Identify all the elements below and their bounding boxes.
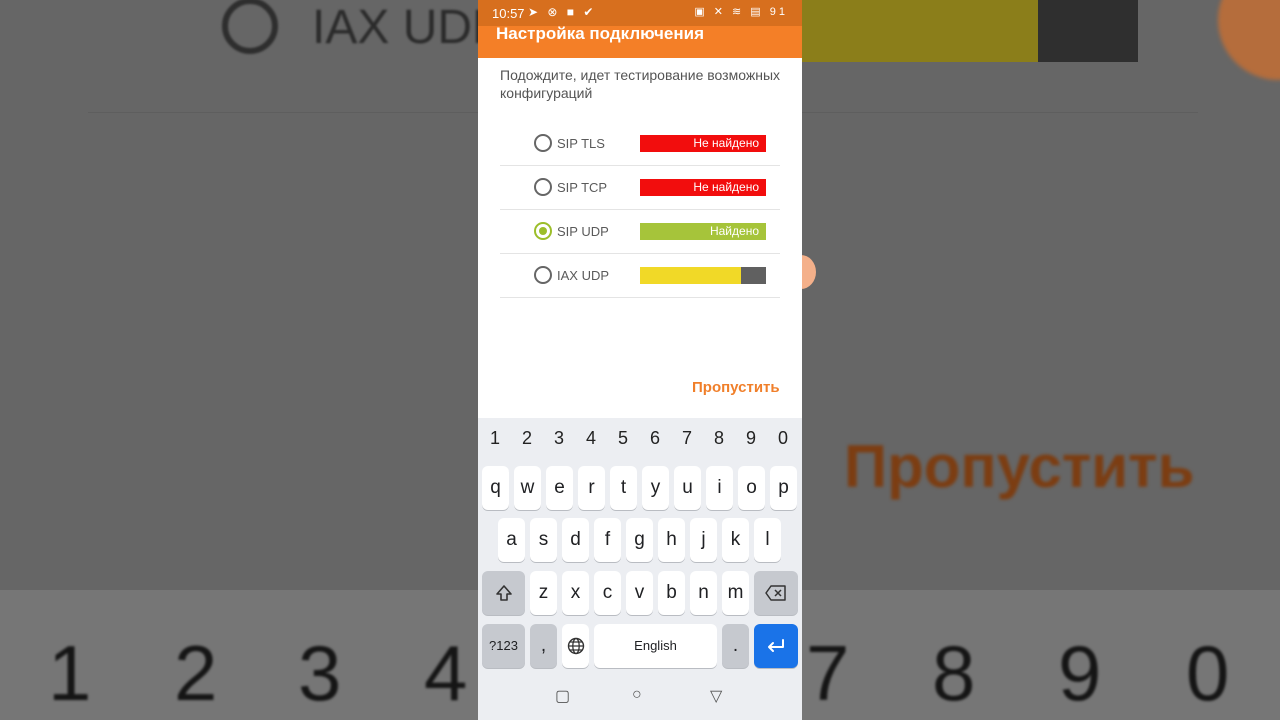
space-key[interactable]: English bbox=[594, 624, 717, 668]
letter-key[interactable]: r bbox=[578, 466, 605, 510]
recents-button[interactable]: ▢ bbox=[555, 686, 570, 706]
status-bar: 10:57 ➤ ⊗ ■ ✔ ▣ ✕ ≋ ▤ 91 bbox=[478, 0, 802, 26]
ghost-digit: 0 bbox=[1186, 629, 1230, 717]
ghost-radio-label: IAX UDP bbox=[312, 1, 505, 54]
phone-screen: 10:57 ➤ ⊗ ■ ✔ ▣ ✕ ≋ ▤ 91 Настройка подкл… bbox=[478, 0, 802, 720]
ghost-floating-bubble bbox=[1218, 0, 1280, 80]
shift-key[interactable] bbox=[482, 571, 525, 615]
shift-icon bbox=[495, 585, 512, 601]
letter-key[interactable]: n bbox=[690, 571, 717, 615]
period-key[interactable]: . bbox=[722, 624, 749, 668]
home-button[interactable]: ○ bbox=[632, 686, 642, 704]
ghost-digit: 2 bbox=[174, 629, 218, 717]
ghost-digit: 3 bbox=[298, 629, 342, 717]
letter-key[interactable]: j bbox=[690, 518, 717, 562]
ghost-digit: 8 bbox=[932, 629, 976, 717]
backspace-key[interactable] bbox=[754, 571, 798, 615]
letter-key[interactable]: b bbox=[658, 571, 685, 615]
letter-key[interactable]: e bbox=[546, 466, 573, 510]
letter-key[interactable]: v bbox=[626, 571, 653, 615]
digit-key[interactable]: 7 bbox=[671, 428, 703, 449]
connection-test-dialog: Подождите, идет тестирование возможных к… bbox=[478, 58, 802, 418]
progress-fill bbox=[640, 267, 741, 284]
option-label: SIP TLS bbox=[557, 136, 605, 151]
radio-iax-udp[interactable] bbox=[534, 266, 552, 284]
language-key[interactable] bbox=[562, 624, 589, 668]
letter-key[interactable]: z bbox=[530, 571, 557, 615]
on-screen-keyboard: 1234567890 qwertyuiop asdfghjkl zxcvbnm … bbox=[478, 418, 802, 720]
status-badge: Не найдено bbox=[640, 179, 766, 196]
page-title: Настройка подключения bbox=[496, 24, 704, 43]
letter-key[interactable]: g bbox=[626, 518, 653, 562]
option-label: IAX UDP bbox=[557, 268, 610, 283]
letter-key[interactable]: a bbox=[498, 518, 525, 562]
enter-icon bbox=[768, 639, 784, 652]
letter-key[interactable]: s bbox=[530, 518, 557, 562]
letter-key[interactable]: q bbox=[482, 466, 509, 510]
letter-key[interactable]: l bbox=[754, 518, 781, 562]
clock: 10:57 bbox=[492, 6, 525, 21]
digit-key[interactable]: 2 bbox=[511, 428, 543, 449]
digit-key[interactable]: 9 bbox=[735, 428, 767, 449]
app-bar: Настройка подключения bbox=[478, 24, 802, 58]
option-row-sip-tcp[interactable]: SIP TCP Не найдено bbox=[500, 166, 780, 210]
option-row-sip-udp[interactable]: SIP UDP Найдено bbox=[500, 210, 780, 254]
dialog-message: Подождите, идет тестирование возможных к… bbox=[500, 67, 781, 101]
back-button[interactable]: ▽ bbox=[710, 686, 722, 706]
comma-key[interactable]: , bbox=[530, 624, 557, 668]
status-badge: Не найдено bbox=[640, 135, 766, 152]
digit-key[interactable]: 0 bbox=[767, 428, 799, 449]
radio-sip-udp[interactable] bbox=[534, 222, 552, 240]
letter-key[interactable]: o bbox=[738, 466, 765, 510]
letter-key[interactable]: p bbox=[770, 466, 797, 510]
ghost-digit: 7 bbox=[806, 629, 850, 717]
option-label: SIP TCP bbox=[557, 180, 608, 195]
radio-sip-tcp[interactable] bbox=[534, 178, 552, 196]
ghost-progress-fill bbox=[802, 0, 1038, 62]
letter-key[interactable]: u bbox=[674, 466, 701, 510]
number-row: 1234567890 bbox=[478, 428, 802, 452]
globe-icon bbox=[567, 637, 584, 655]
backspace-icon bbox=[765, 585, 786, 601]
digit-key[interactable]: 1 bbox=[479, 428, 511, 449]
option-label: SIP UDP bbox=[557, 224, 609, 239]
navigation-bar: ▢ ○ ▽ bbox=[478, 682, 802, 720]
letter-key[interactable]: i bbox=[706, 466, 733, 510]
digit-key[interactable]: 3 bbox=[543, 428, 575, 449]
ghost-progress-track bbox=[1038, 0, 1138, 62]
notification-icons: ➤ ⊗ ■ ✔ bbox=[528, 5, 597, 19]
letter-key[interactable]: x bbox=[562, 571, 589, 615]
skip-button[interactable]: Пропустить bbox=[692, 379, 780, 396]
enter-key[interactable] bbox=[754, 624, 798, 668]
option-row-sip-tls[interactable]: SIP TLS Не найдено bbox=[500, 122, 780, 166]
symbols-key[interactable]: ?123 bbox=[482, 624, 525, 668]
ghost-radio bbox=[222, 0, 278, 54]
letter-key[interactable]: c bbox=[594, 571, 621, 615]
system-icons: ▣ ✕ ≋ ▤ 91 bbox=[694, 6, 788, 18]
test-progress-bar bbox=[640, 267, 766, 284]
ghost-digit: 9 bbox=[1058, 629, 1102, 717]
radio-sip-tls[interactable] bbox=[534, 134, 552, 152]
option-row-iax-udp[interactable]: IAX UDP bbox=[500, 254, 780, 298]
letter-key[interactable]: h bbox=[658, 518, 685, 562]
letter-key[interactable]: k bbox=[722, 518, 749, 562]
letter-key[interactable]: m bbox=[722, 571, 749, 615]
letter-key[interactable]: y bbox=[642, 466, 669, 510]
ghost-digit: 4 bbox=[424, 629, 468, 717]
digit-key[interactable]: 4 bbox=[575, 428, 607, 449]
letter-key[interactable]: t bbox=[610, 466, 637, 510]
ghost-skip-text: Пропустить bbox=[844, 433, 1195, 500]
status-badge: Найдено bbox=[640, 223, 766, 240]
digit-key[interactable]: 6 bbox=[639, 428, 671, 449]
ghost-digit: 1 bbox=[48, 629, 92, 717]
letter-key[interactable]: f bbox=[594, 518, 621, 562]
digit-key[interactable]: 5 bbox=[607, 428, 639, 449]
letter-key[interactable]: d bbox=[562, 518, 589, 562]
digit-key[interactable]: 8 bbox=[703, 428, 735, 449]
letter-key[interactable]: w bbox=[514, 466, 541, 510]
